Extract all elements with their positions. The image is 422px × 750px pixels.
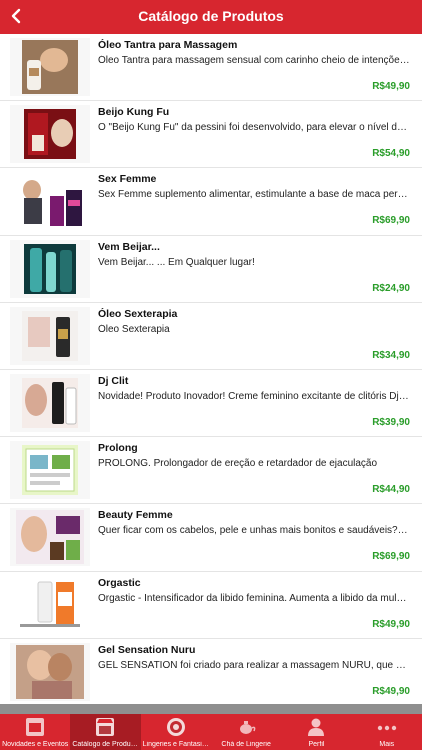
- tab-catalogo[interactable]: Catálogo de Produtos: [70, 714, 141, 750]
- tab-mais[interactable]: Mais: [352, 714, 422, 750]
- bottom-tab-bar: Novidades e Eventos Catálogo de Produtos…: [0, 714, 422, 750]
- product-row[interactable]: Gel Sensation Nuru GEL SENSATION foi cri…: [0, 638, 422, 704]
- store-badge-icon: [24, 717, 46, 737]
- product-name: Beijo Kung Fu: [98, 106, 170, 119]
- product-image: [10, 642, 90, 701]
- list-footer-bar: [0, 704, 422, 714]
- product-row[interactable]: Sex Femme Sex Femme suplemento alimentar…: [0, 168, 422, 236]
- product-row[interactable]: Óleo Tantra para Massagem Óleo Tantra pa…: [0, 34, 422, 102]
- product-row[interactable]: Beijo Kung Fu O "Beijo Kung Fu" da pessi…: [0, 101, 422, 169]
- user-icon: [305, 717, 327, 737]
- tab-label: Novidades e Eventos: [2, 741, 69, 748]
- product-row[interactable]: Vem Beijar... Vem Beijar... ... Em Qualq…: [0, 235, 422, 303]
- product-image: [10, 306, 90, 365]
- product-image: [10, 105, 90, 164]
- product-description: GEL SENSATION foi criado para realizar a…: [98, 659, 410, 671]
- product-description: O "Beijo Kung Fu" da pessini foi desenvo…: [98, 122, 410, 134]
- product-description: Óleo Sexterapia: [98, 323, 170, 335]
- product-image: [10, 172, 90, 231]
- product-price: R$24,90: [372, 282, 410, 294]
- tab-lingeries[interactable]: Lingeries e Fantasias: [141, 714, 211, 750]
- product-price: R$49,90: [372, 618, 410, 630]
- tab-label: Mais: [379, 741, 395, 748]
- product-image: [10, 373, 90, 432]
- product-name: Sex Femme: [98, 173, 157, 186]
- product-list[interactable]: Óleo Tantra para Massagem Óleo Tantra pa…: [0, 34, 422, 704]
- product-description: PROLONG. Prolongador de ereção e retarda…: [98, 458, 378, 470]
- product-price: R$49,90: [372, 81, 410, 92]
- product-image: [10, 38, 90, 96]
- product-price: R$44,90: [372, 484, 410, 496]
- product-price: R$69,90: [372, 551, 410, 563]
- product-price: R$54,90: [372, 148, 410, 160]
- more-dots-icon: [376, 717, 398, 737]
- shop-awning-icon: [94, 717, 116, 737]
- product-name: Óleo Tantra para Massagem: [98, 39, 238, 51]
- tab-label: Chá de Lingerie: [221, 741, 271, 748]
- product-name: Vem Beijar...: [98, 240, 160, 253]
- tab-novidades[interactable]: Novidades e Eventos: [0, 714, 70, 750]
- product-name: Orgastic: [98, 576, 141, 589]
- product-name: Beauty Femme: [98, 509, 173, 522]
- product-price: R$39,90: [372, 416, 410, 428]
- lingerie-badge-icon: [165, 717, 187, 737]
- tab-label: Lingeries e Fantasias: [142, 741, 209, 748]
- product-description: Sex Femme suplemento alimentar, estimula…: [98, 189, 410, 201]
- product-description: Quer ficar com os cabelos, pele e unhas …: [98, 525, 410, 537]
- product-name: Gel Sensation Nuru: [98, 643, 196, 656]
- product-description: Novidade! Produto Inovador! Creme femini…: [98, 390, 410, 402]
- product-row[interactable]: Dj Clit Novidade! Produto Inovador! Crem…: [0, 369, 422, 438]
- product-price: R$69,90: [372, 215, 410, 227]
- tab-perfil[interactable]: Perfil: [281, 714, 351, 750]
- product-row[interactable]: Beauty Femme Quer ficar com os cabelos, …: [0, 504, 422, 572]
- product-price: R$34,90: [372, 349, 410, 361]
- product-row[interactable]: Orgastic Orgastic - Intensificador da li…: [0, 571, 422, 639]
- product-row[interactable]: Óleo Sexterapia Óleo Sexterapia R$34,90: [0, 302, 422, 370]
- product-image: [10, 239, 90, 298]
- page-title: Catálogo de Produtos: [138, 8, 284, 24]
- product-price: R$49,90: [372, 685, 410, 697]
- product-name: Óleo Sexterapia: [98, 307, 178, 320]
- top-bar: Catálogo de Produtos: [0, 0, 422, 34]
- product-description: Óleo Tantra para massagem sensual com ca…: [98, 55, 410, 66]
- tab-label: Perfil: [308, 741, 325, 748]
- product-image: [10, 441, 90, 500]
- product-name: Dj Clit: [98, 374, 129, 387]
- product-description: Orgastic - Intensificador da libido femi…: [98, 592, 410, 604]
- product-description: Vem Beijar... ... Em Qualquer lugar!: [98, 256, 255, 268]
- product-image: [10, 575, 90, 634]
- product-image: [10, 508, 90, 567]
- tab-cha-de-lingerie[interactable]: Chá de Lingerie: [211, 714, 281, 750]
- teapot-icon: [235, 717, 257, 737]
- tab-label: Catálogo de Produtos: [72, 741, 139, 748]
- product-row[interactable]: Prolong PROLONG. Prolongador de ereção e…: [0, 437, 422, 505]
- product-name: Prolong: [98, 442, 138, 455]
